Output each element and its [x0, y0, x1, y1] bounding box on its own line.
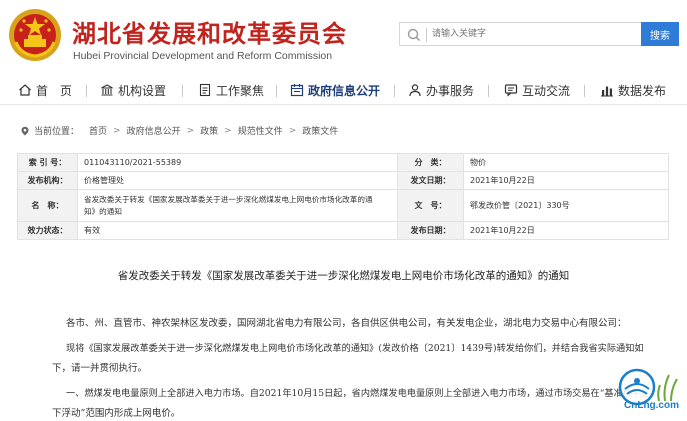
breadcrumb-item-home[interactable]: 首页	[89, 124, 107, 137]
nav-item-institutions[interactable]: 机构设置	[100, 79, 166, 101]
category-value: 物价	[463, 153, 669, 172]
site-subtitle: Hubei Provincial Development and Reform …	[73, 50, 333, 62]
nav-divider	[584, 85, 585, 97]
site-title: 湖北省发展和改革委员会	[72, 20, 347, 48]
nav-label: 政府信息公开	[308, 83, 381, 98]
publisher-value: 价格管理处	[77, 171, 398, 190]
index-label: 索 引 号：	[17, 153, 78, 172]
name-label: 名 称：	[17, 189, 78, 222]
breadcrumb-item-policy[interactable]: 政策	[200, 124, 218, 137]
breadcrumb-separator: >	[113, 125, 121, 136]
docno-label: 文 号：	[397, 189, 464, 222]
publish-date-label: 发布日期：	[397, 221, 464, 240]
main-nav: 首 页 机构设置 工作聚焦 政府信息公开 办事服务 互动交流 数据发布	[0, 75, 687, 105]
name-value-line: 知》的通知	[84, 206, 122, 216]
name-value-line: 省发改委关于转发《国家发展改革委关于进一步深化燃煤发电上网电价市场化改革的通	[84, 194, 373, 204]
search-button[interactable]: 搜索	[641, 22, 679, 46]
nav-label: 工作聚焦	[216, 83, 265, 98]
article-paragraph: 下，请一并贯彻执行。	[52, 363, 148, 374]
nav-label: 首 页	[36, 83, 73, 98]
bar-chart-icon	[601, 86, 613, 97]
publish-date-value: 2021年10月22日	[463, 221, 669, 240]
breadcrumb-item-normative[interactable]: 规范性文件	[238, 124, 283, 137]
docno-value: 鄂发改价管〔2021〕330号	[463, 189, 669, 222]
table-row: 效力状态： 有效 发布日期： 2021年10月22日	[17, 221, 669, 240]
national-emblem-icon	[9, 9, 61, 61]
breadcrumb-item-policy-docs[interactable]: 政策文件	[302, 124, 338, 137]
nav-label: 机构设置	[118, 83, 167, 98]
institution-icon	[101, 84, 113, 96]
nav-label: 数据发布	[618, 83, 667, 98]
search-divider	[426, 28, 427, 42]
nav-item-interaction[interactable]: 互动交流	[504, 79, 570, 101]
nav-divider	[276, 85, 277, 97]
site-header: 湖北省发展和改革委员会 Hubei Provincial Development…	[0, 0, 687, 68]
document-icon	[199, 83, 211, 97]
article-paragraph: 下浮动”范围内形成上网电价。	[52, 408, 181, 419]
breadcrumb: 当前位置： 首页 > 政府信息公开 > 政策 > 规范性文件 > 政策文件	[20, 124, 338, 137]
publisher-label: 发布机构：	[17, 171, 78, 190]
breadcrumb-separator: >	[224, 125, 232, 136]
table-row: 名 称： 省发改委关于转发《国家发展改革委关于进一步深化燃煤发电上网电价市场化改…	[17, 189, 669, 222]
status-value: 有效	[77, 221, 398, 240]
nav-item-gov-info[interactable]: 政府信息公开	[290, 79, 380, 101]
table-row: 索 引 号： 011043110/2021-55389 分 类： 物价	[17, 153, 669, 172]
nav-item-work-focus[interactable]: 工作聚焦	[198, 79, 264, 101]
nav-item-data[interactable]: 数据发布	[600, 79, 666, 101]
document-info-table: 索 引 号： 011043110/2021-55389 分 类： 物价 发布机构…	[17, 153, 669, 240]
nav-item-services[interactable]: 办事服务	[408, 79, 474, 101]
article-paragraph: 现将《国家发展改革委关于进一步深化燃煤发电上网电价市场化改革的通知》(发改价格〔…	[66, 343, 644, 354]
nav-item-home[interactable]: 首 页	[18, 79, 72, 101]
nav-divider	[86, 85, 87, 97]
status-label: 效力状态：	[17, 221, 78, 240]
article-title: 省发改委关于转发《国家发展改革委关于进一步深化燃煤发电上网电价市场化改革的通知》…	[117, 270, 570, 282]
calendar-icon	[290, 84, 304, 97]
breadcrumb-item-gov-info[interactable]: 政府信息公开	[127, 124, 181, 137]
index-value: 011043110/2021-55389	[77, 153, 398, 172]
table-row: 发布机构： 价格管理处 发文日期： 2021年10月22日	[17, 171, 669, 190]
issue-date-value: 2021年10月22日	[463, 171, 669, 190]
breadcrumb-separator: >	[288, 125, 297, 136]
article-paragraph: 一、燃煤发电电量原则上全部进入电力市场。自2021年10月15日起，省内燃煤发电…	[66, 388, 649, 399]
nav-label: 互动交流	[522, 83, 571, 98]
breadcrumb-separator: >	[186, 125, 195, 136]
category-label: 分 类：	[397, 153, 464, 172]
search-box	[399, 22, 642, 46]
nav-divider	[488, 85, 489, 97]
name-value: 省发改委关于转发《国家发展改革委关于进一步深化燃煤发电上网电价市场化改革的通 知…	[77, 189, 398, 222]
home-icon	[19, 84, 31, 96]
search-input[interactable]	[432, 25, 637, 43]
issue-date-label: 发文日期：	[397, 171, 464, 190]
breadcrumb-prefix: 当前位置：	[34, 127, 80, 137]
watermark-text: CnLng.com	[624, 400, 679, 411]
nav-divider	[394, 85, 395, 97]
search-icon	[407, 28, 421, 42]
nav-divider	[182, 85, 183, 97]
nav-label: 办事服务	[426, 83, 475, 98]
location-icon	[21, 126, 29, 135]
chat-icon	[504, 84, 518, 97]
article-paragraph: 各市、州、直管市、神农架林区发改委，国网湖北省电力有限公司，各自供区供电公司，有…	[66, 318, 627, 329]
person-icon	[409, 84, 421, 97]
